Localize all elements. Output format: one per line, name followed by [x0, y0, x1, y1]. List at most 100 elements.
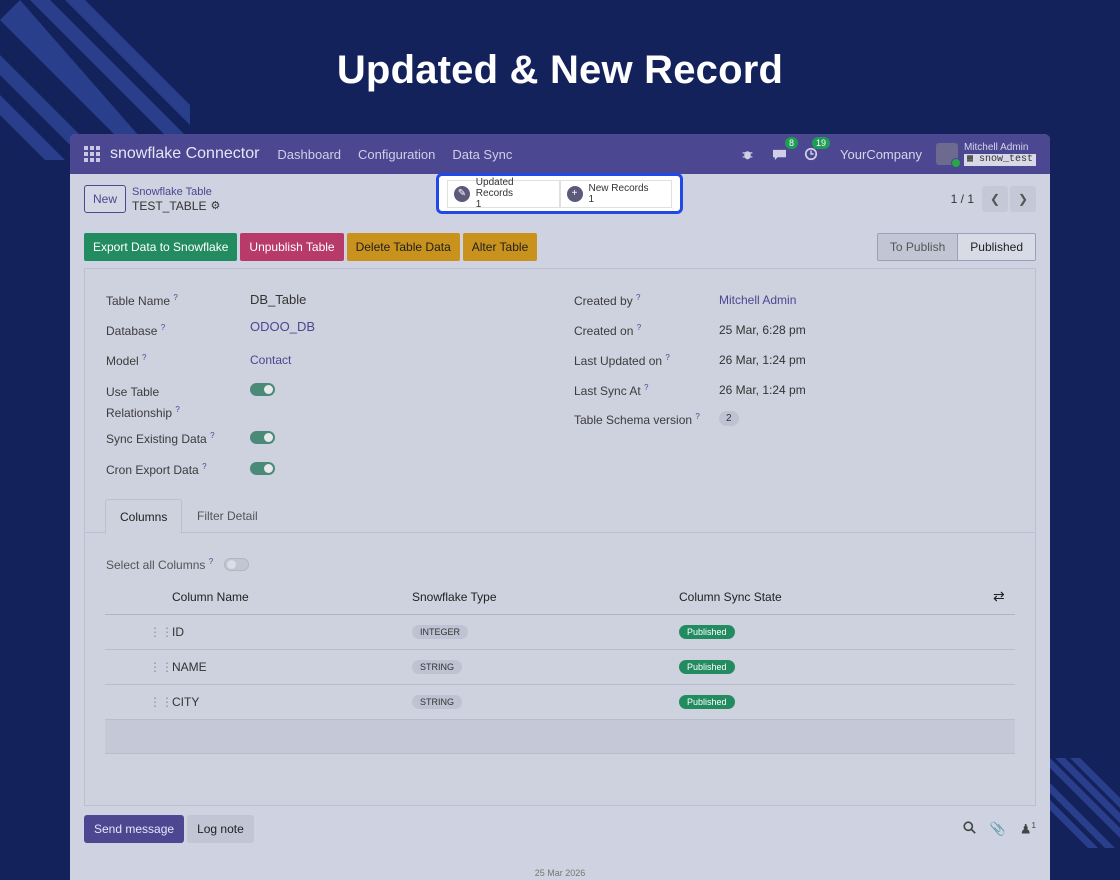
created-on-value: 25 Mar, 6:28 pm [719, 323, 806, 337]
select-all-columns-label: Select all Columns ? [106, 557, 214, 572]
user-menu[interactable]: Mitchell Admin ▦ snow_test [935, 142, 1036, 168]
use-table-relationship-label: Use Table Relationship ? [106, 385, 180, 420]
log-note-button[interactable]: Log note [187, 815, 254, 843]
unpublish-table-button[interactable]: Unpublish Table [240, 233, 344, 261]
gear-icon[interactable]: ⚙ [210, 199, 220, 213]
use-table-relationship-toggle[interactable] [250, 383, 275, 396]
database-value[interactable]: ODOO_DB [250, 319, 315, 334]
select-all-columns-toggle[interactable] [224, 558, 249, 571]
sync-existing-data-toggle[interactable] [250, 431, 275, 444]
updated-records-count: 1 [475, 199, 482, 210]
nav-link-dashboard[interactable]: Dashboard [277, 147, 341, 162]
table-name-label: Table Name ? [106, 293, 178, 308]
new-records-button[interactable]: + New Records 1 [559, 179, 672, 208]
nav-link-configuration[interactable]: Configuration [358, 147, 435, 162]
drag-handle-icon[interactable]: ⋮⋮ [149, 615, 173, 649]
smart-buttons-highlight: ✎ Updated Records 1 + New Records 1 [436, 173, 683, 214]
table-row[interactable]: ⋮⋮ CITY STRING Published [105, 685, 1015, 720]
pager-value[interactable]: 1 / 1 [951, 192, 974, 206]
search-icon[interactable] [963, 821, 976, 837]
header-column-sync-state[interactable]: Column Sync State [679, 579, 782, 614]
header-snowflake-type[interactable]: Snowflake Type [412, 579, 497, 614]
nav-link-data-sync[interactable]: Data Sync [452, 147, 512, 162]
column-name-cell: ID [172, 625, 184, 639]
type-chip: INTEGER [412, 625, 469, 639]
column-name-cell: CITY [172, 695, 200, 709]
stage-published[interactable]: Published [957, 234, 1035, 260]
debug-bug-icon[interactable] [738, 145, 756, 163]
cron-export-data-label: Cron Export Data ? [106, 462, 207, 477]
last-updated-label: Last Updated on ? [574, 353, 670, 368]
apps-menu-icon[interactable] [84, 146, 100, 162]
chatter-toolbar: Send message Log note 📎 ♟1 [84, 814, 1036, 844]
sync-existing-data-label: Sync Existing Data ? [106, 431, 215, 446]
breadcrumb: Snowflake Table TEST_TABLE ⚙ [132, 185, 220, 213]
tab-columns[interactable]: Columns [105, 499, 183, 534]
page-headline: Updated & New Record [336, 48, 784, 92]
schema-version-label: Table Schema version ? [574, 412, 700, 427]
created-by-label: Created by ? [574, 293, 641, 308]
new-button[interactable]: New [84, 185, 127, 213]
delete-table-data-button[interactable]: Delete Table Data [346, 233, 460, 261]
stage-selector: To Publish Published [876, 233, 1036, 261]
header-column-name[interactable]: Column Name [172, 579, 249, 614]
user-icon: ♟ [1019, 821, 1032, 837]
tab-filter-detail[interactable]: Filter Detail [183, 499, 272, 533]
activities-clock-icon[interactable]: 19 [802, 137, 831, 163]
table-empty-row [105, 720, 1015, 754]
optional-columns-sliders-icon[interactable]: ⇄ [993, 579, 1005, 614]
record-pager: 1 / 1 ❮ ❯ [951, 186, 1036, 212]
chevron-left-icon: ❮ [989, 192, 1001, 206]
pager-next-button[interactable]: ❯ [1010, 186, 1036, 212]
sync-state-chip: Published [679, 695, 735, 709]
send-message-button[interactable]: Send message [84, 815, 185, 843]
breadcrumb-parent[interactable]: Snowflake Table [132, 185, 220, 199]
messages-icon[interactable]: 8 [770, 137, 799, 163]
columns-table: Column Name Snowflake Type Column Sync S… [105, 579, 1015, 754]
decorative-stripes-bottom-right [1040, 758, 1120, 848]
table-name-value[interactable]: DB_Table [250, 292, 306, 307]
pencil-icon: ✎ [454, 185, 470, 202]
export-data-button[interactable]: Export Data to Snowflake [84, 233, 238, 261]
drag-handle-icon[interactable]: ⋮⋮ [149, 685, 173, 719]
column-name-cell: NAME [172, 660, 207, 674]
created-by-value[interactable]: Mitchell Admin [719, 293, 796, 307]
last-sync-value: 26 Mar, 1:24 pm [719, 383, 806, 397]
database-label: Database ? [106, 323, 166, 338]
type-chip: STRING [412, 695, 463, 709]
updated-records-label: Updated Records [475, 177, 514, 199]
last-sync-label: Last Sync At ? [574, 383, 649, 398]
top-navbar: snowflake Connector Dashboard Configurat… [70, 134, 1050, 174]
user-name: Mitchell Admin [963, 142, 1029, 153]
app-brand[interactable]: snowflake Connector [110, 145, 259, 163]
plus-circle-icon: + [566, 185, 583, 202]
chevron-right-icon: ❯ [1017, 192, 1029, 206]
activities-badge: 19 [812, 137, 831, 149]
messages-badge: 8 [785, 137, 799, 149]
sync-state-chip: Published [679, 660, 735, 674]
paperclip-icon[interactable]: 📎 [990, 821, 1006, 837]
table-row[interactable]: ⋮⋮ NAME STRING Published [105, 650, 1015, 685]
pager-previous-button[interactable]: ❮ [982, 186, 1008, 212]
app-window: snowflake Connector Dashboard Configurat… [70, 134, 1050, 880]
chatter-date-separator: 25 Mar 2026 [534, 868, 586, 878]
followers-button[interactable]: ♟1 [1020, 821, 1036, 837]
type-chip: STRING [412, 660, 463, 674]
updated-records-button[interactable]: ✎ Updated Records 1 [447, 177, 560, 210]
drag-handle-icon[interactable]: ⋮⋮ [149, 650, 173, 684]
model-value[interactable]: Contact [250, 353, 291, 367]
table-row[interactable]: ⋮⋮ ID INTEGER Published [105, 615, 1015, 650]
stage-to-publish[interactable]: To Publish [877, 234, 958, 260]
form-sheet: Table Name ? DB_Table Database ? ODOO_DB… [84, 268, 1036, 806]
created-on-label: Created on ? [574, 323, 642, 338]
alter-table-button[interactable]: Alter Table [462, 233, 538, 261]
table-header: Column Name Snowflake Type Column Sync S… [105, 579, 1015, 615]
cron-export-data-toggle[interactable] [250, 462, 275, 475]
database-tag: ▦ snow_test [963, 154, 1036, 166]
schema-version-badge: 2 [719, 411, 739, 426]
breadcrumb-current: TEST_TABLE [132, 199, 207, 213]
notebook-tabs: Columns Filter Detail [85, 499, 1035, 534]
model-label: Model ? [106, 353, 147, 368]
company-switcher[interactable]: YourCompany [840, 147, 922, 162]
new-records-label: New Records [588, 182, 649, 194]
